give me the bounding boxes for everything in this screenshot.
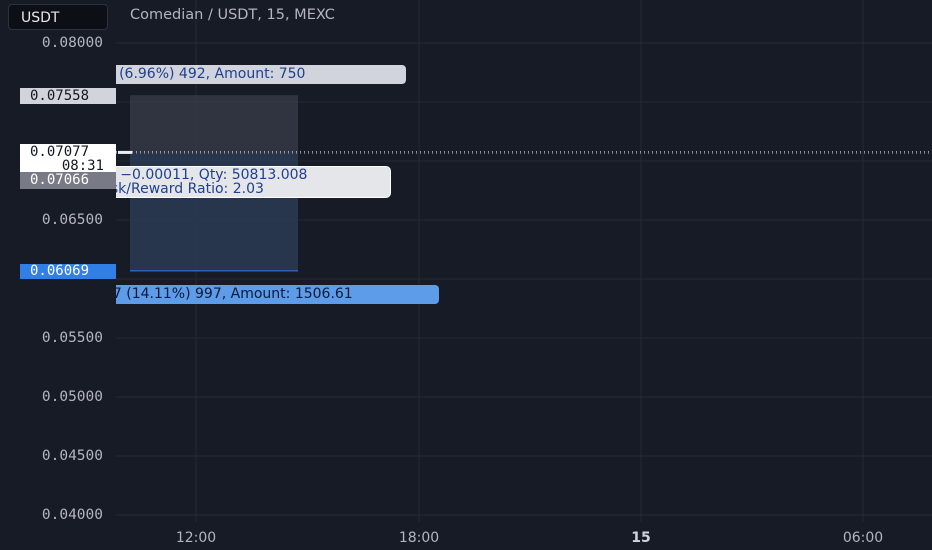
current-price-tag: 0.07077 08:31 [20,144,116,174]
profit-zone [130,95,298,154]
bar-countdown: 08:31 [61,158,104,174]
take-profit-label[interactable]: 0492 (6.96%) 492, Amount: 750 [116,65,406,84]
y-tick-label: 0.08000 [41,35,103,51]
stop-loss-label[interactable]: 97 (14.11%) 997, Amount: 1506.61 [116,285,439,304]
x-tick-label: 06:00 [842,530,884,546]
position-info-label[interactable]: k: −0.00011, Qty: 50813.008 isk/Reward R… [116,166,391,198]
chart-title: Comedian / USDT, 15, MEXC [130,7,335,23]
stop-loss-price-tag: 0.06069 [20,264,116,279]
take-profit-label-text: 0492 (6.96%) 492, Amount: 750 [116,66,306,82]
chart-root: USDT Comedian / USDT, 15, MEXC 0.08000 0… [0,0,932,550]
entry-price-tag: 0.07066 [20,172,116,189]
last-price-marker [118,150,132,154]
y-tick-label: 0.05500 [41,330,103,346]
x-tick-label: 12:00 [175,530,217,546]
take-profit-price-tag: 0.07558 [20,88,116,104]
stop-loss-label-text: 97 (14.11%) 997, Amount: 1506.61 [116,286,353,302]
position-info-line-1: k: −0.00011, Qty: 50813.008 [116,167,308,183]
y-tick-label: 0.05000 [41,389,103,405]
currency-button[interactable]: USDT [8,4,108,30]
y-tick-label: 0.06500 [41,212,103,228]
position-info-line-2: isk/Reward Ratio: 2.03 [116,181,264,197]
y-tick-label: 0.04000 [41,507,103,523]
x-tick-label: 18:00 [398,530,440,546]
y-tick-label: 0.04500 [41,448,103,464]
x-tick-label: 15 [631,530,651,546]
